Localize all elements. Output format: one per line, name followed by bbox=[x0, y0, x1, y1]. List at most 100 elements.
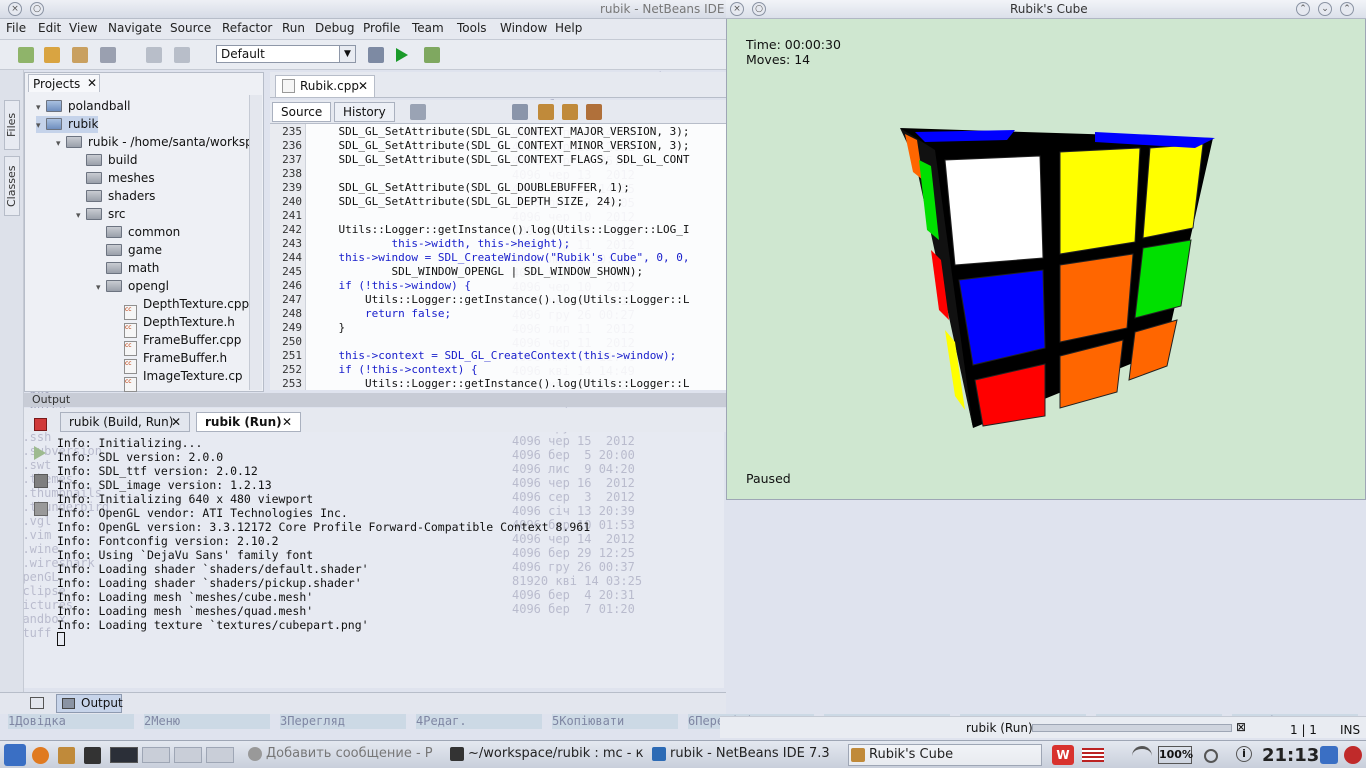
output-bottom-tab[interactable]: Output bbox=[56, 694, 123, 713]
cube-sticker[interactable] bbox=[958, 269, 1046, 366]
undo-icon[interactable] bbox=[146, 47, 162, 63]
tab-source[interactable]: Source bbox=[272, 102, 332, 122]
tree-item[interactable]: ▾ rubik - /home/santa/worksp bbox=[56, 134, 253, 151]
tree-item[interactable]: shaders bbox=[76, 188, 155, 205]
open-project-icon[interactable] bbox=[72, 47, 88, 63]
code-line[interactable]: if (!this->window) { bbox=[312, 279, 470, 293]
desktop-4[interactable] bbox=[206, 747, 234, 763]
previous-occurrence-icon[interactable] bbox=[538, 104, 554, 120]
save-all-icon[interactable] bbox=[100, 47, 116, 63]
cube-sticker[interactable] bbox=[944, 155, 1044, 266]
code-line[interactable]: this->window = SDL_CreateWindow("Rubik's… bbox=[312, 251, 689, 265]
task-rubik[interactable]: Rubik's Cube bbox=[848, 744, 1042, 766]
rubik-minimize-icon[interactable]: ⌄ bbox=[1318, 2, 1332, 16]
tree-item[interactable]: ▾ opengl bbox=[96, 278, 169, 295]
firefox-icon[interactable] bbox=[32, 747, 49, 764]
cube-sticker[interactable] bbox=[1134, 239, 1192, 319]
tree-item[interactable]: ▾ rubik bbox=[36, 116, 99, 135]
toggle-highlight-icon[interactable] bbox=[586, 104, 602, 120]
tab-projects[interactable]: Projects ✕ bbox=[28, 74, 100, 92]
tab-classes[interactable]: Classes bbox=[4, 156, 20, 216]
stop-icon[interactable] bbox=[34, 418, 47, 431]
rubik-shade-icon[interactable]: ⌃ bbox=[1296, 2, 1310, 16]
tree-item[interactable]: ▾ polandball bbox=[36, 98, 131, 115]
menu-window[interactable]: Window bbox=[500, 21, 547, 35]
expand-icon[interactable]: ▾ bbox=[96, 280, 106, 297]
wps-icon[interactable]: W bbox=[1052, 745, 1074, 765]
code-line[interactable]: SDL_GL_SetAttribute(SDL_GL_CONTEXT_FLAGS… bbox=[312, 153, 689, 167]
tab-build-run[interactable]: rubik (Build, Run) ✕ bbox=[60, 412, 190, 432]
power-icon[interactable] bbox=[1344, 746, 1362, 764]
rubik-maximize-icon[interactable]: ⌃ bbox=[1340, 2, 1354, 16]
network-icon[interactable] bbox=[1204, 749, 1218, 763]
expand-icon[interactable]: ▾ bbox=[36, 118, 46, 135]
new-project-icon[interactable] bbox=[44, 47, 60, 63]
info-icon[interactable]: i bbox=[1236, 746, 1252, 762]
tree-item[interactable]: ▾ src bbox=[76, 206, 126, 223]
code-line[interactable]: Utils::Logger::getInstance().log(Utils::… bbox=[312, 293, 690, 307]
tree-item[interactable]: build bbox=[76, 152, 138, 169]
build-hammer-icon[interactable] bbox=[368, 47, 384, 63]
rubik-menu-icon[interactable]: ○ bbox=[752, 2, 766, 16]
task-browser[interactable]: Добавить сообщение - Р bbox=[246, 744, 442, 766]
code-line[interactable]: return false; bbox=[312, 307, 451, 321]
cube-sticker[interactable] bbox=[1059, 253, 1134, 343]
code-line[interactable]: this->width, this->height); bbox=[312, 237, 570, 251]
code-line[interactable]: SDL_GL_SetAttribute(SDL_GL_DEPTH_SIZE, 2… bbox=[312, 195, 623, 209]
menu-help[interactable]: Help bbox=[555, 21, 582, 35]
menu-debug[interactable]: Debug bbox=[315, 21, 354, 35]
expand-icon[interactable]: ▾ bbox=[56, 136, 66, 153]
tree-item[interactable]: meshes bbox=[76, 170, 155, 187]
files-icon[interactable] bbox=[58, 747, 75, 764]
function-key[interactable]: 3Перегляд bbox=[280, 714, 406, 729]
tab-history[interactable]: History bbox=[334, 102, 395, 122]
menu-edit[interactable]: Edit bbox=[38, 21, 61, 35]
new-file-icon[interactable] bbox=[18, 47, 34, 63]
rubik-cube[interactable] bbox=[895, 120, 1225, 440]
code-line[interactable]: } bbox=[312, 321, 345, 335]
wifi-icon[interactable] bbox=[1132, 746, 1152, 764]
function-key[interactable]: 2Меню bbox=[144, 714, 270, 729]
lock-screen-icon[interactable] bbox=[1320, 746, 1338, 764]
tree-item[interactable]: cc DepthTexture.cpp bbox=[114, 296, 249, 320]
code-line[interactable]: SDL_WINDOW_OPENGL | SDL_WINDOW_SHOWN); bbox=[312, 265, 643, 279]
menu-refactor[interactable]: Refactor bbox=[222, 21, 272, 35]
cube-sticker[interactable] bbox=[1059, 147, 1141, 255]
menu-tools[interactable]: Tools bbox=[457, 21, 487, 35]
redo-icon[interactable] bbox=[174, 47, 190, 63]
tree-item[interactable]: common bbox=[96, 224, 180, 241]
tree-item[interactable]: cc FrameBuffer.h bbox=[114, 350, 227, 374]
function-key[interactable]: 4Редаг. bbox=[416, 714, 542, 729]
desktop-3[interactable] bbox=[174, 747, 202, 763]
tree-item[interactable]: game bbox=[96, 242, 162, 259]
tab-rubik-cpp[interactable]: Rubik.cpp ✕ bbox=[275, 75, 375, 97]
cancel-task-icon[interactable]: ⊠ bbox=[1236, 720, 1246, 734]
menu-profile[interactable]: Profile bbox=[363, 21, 400, 35]
code-line[interactable]: if (!this->context) { bbox=[312, 363, 477, 377]
close-icon[interactable]: ✕ bbox=[358, 76, 368, 96]
tree-scrollbar[interactable] bbox=[249, 95, 262, 390]
ide-close-icon[interactable]: × bbox=[8, 2, 22, 16]
code-line[interactable]: this->context = SDL_GL_CreateContext(thi… bbox=[312, 349, 676, 363]
tab-run[interactable]: rubik (Run) ✕ bbox=[196, 412, 301, 432]
cube-sticker[interactable] bbox=[1142, 143, 1204, 239]
us-flag-icon[interactable] bbox=[1082, 748, 1104, 762]
rubik-close-icon[interactable]: × bbox=[730, 2, 744, 16]
close-icon[interactable]: ✕ bbox=[282, 413, 292, 431]
desktop-1[interactable] bbox=[110, 747, 138, 763]
tree-item[interactable]: cc ImageTexture.cp bbox=[114, 368, 243, 392]
debug-icon[interactable] bbox=[424, 47, 440, 63]
menu-view[interactable]: View bbox=[69, 21, 97, 35]
kde-menu-icon[interactable] bbox=[4, 744, 26, 766]
tab-files[interactable]: Files bbox=[4, 100, 20, 150]
function-key[interactable]: 1Довідка bbox=[8, 714, 134, 729]
close-icon[interactable]: ✕ bbox=[87, 76, 97, 90]
tree-item[interactable]: math bbox=[96, 260, 159, 277]
code-line[interactable]: SDL_GL_SetAttribute(SDL_GL_CONTEXT_MAJOR… bbox=[312, 125, 689, 139]
function-key[interactable]: 5Копіювати bbox=[552, 714, 678, 729]
run-icon[interactable] bbox=[396, 48, 408, 62]
close-icon[interactable]: ✕ bbox=[171, 413, 181, 431]
desktop-2[interactable] bbox=[142, 747, 170, 763]
expand-icon[interactable]: ▾ bbox=[76, 208, 86, 225]
task-netbeans[interactable]: rubik - NetBeans IDE 7.3 bbox=[650, 744, 840, 766]
